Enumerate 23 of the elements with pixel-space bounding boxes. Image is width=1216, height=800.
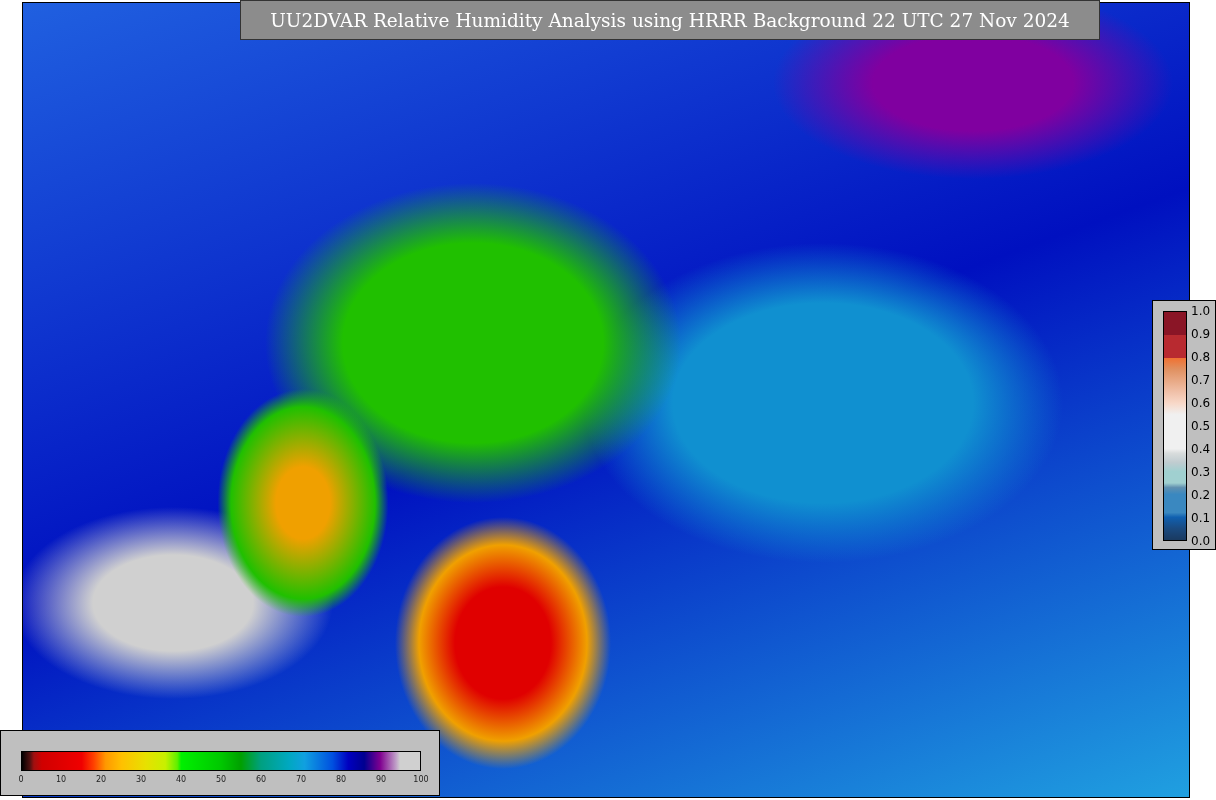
colorbar-tick-label: 30 xyxy=(135,775,147,784)
colorbar-tick-label: 0.9 xyxy=(1191,327,1211,341)
colorbar-tick-label: 50 xyxy=(215,775,227,784)
colorbar-tick-label: 0.6 xyxy=(1191,396,1211,410)
colorbar-tick-label: 40 xyxy=(175,775,187,784)
colorbar-tick-label: 0 xyxy=(18,775,24,784)
colorbar-tick-label: 0.4 xyxy=(1191,442,1211,456)
colorbar-tick-label: 20 xyxy=(95,775,107,784)
colorbar-tick-label: 90 xyxy=(375,775,387,784)
colorbar-tick-label: 0.1 xyxy=(1191,511,1211,525)
colorbar-tick-label: 100 xyxy=(413,775,429,784)
colorbar-tick-label: 10 xyxy=(55,775,67,784)
colorbar-tick-label: 0.2 xyxy=(1191,488,1211,502)
colorbar-tick-label: 0.8 xyxy=(1191,350,1211,364)
colorbar-tick-label: 0.0 xyxy=(1191,534,1211,548)
colorbar-tick-label: 70 xyxy=(295,775,307,784)
colorbar-tick-label: 80 xyxy=(335,775,347,784)
colorbar-tick-label: 60 xyxy=(255,775,267,784)
chart-title: UU2DVAR Relative Humidity Analysis using HRRR Background 22 UTC 27 Nov 2024 xyxy=(240,0,1100,40)
colorbar-tick-label: 1.0 xyxy=(1191,304,1211,318)
colorbar-tick-label: 0.7 xyxy=(1191,373,1211,387)
colorbar-tick-label: 0.3 xyxy=(1191,465,1211,479)
colorbar-tick-label: 0.5 xyxy=(1191,419,1211,433)
